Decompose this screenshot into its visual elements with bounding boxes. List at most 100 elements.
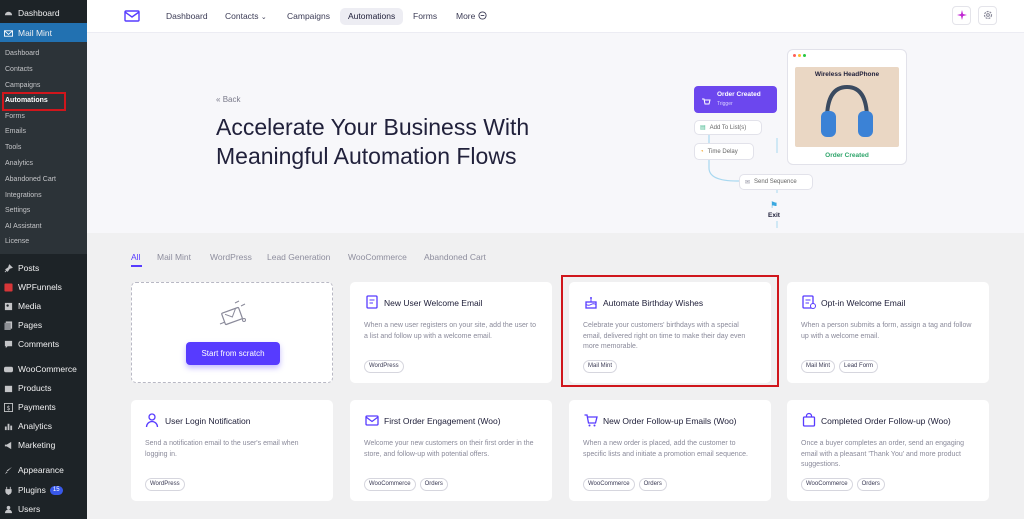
trigger-subtitle: Trigger [717,101,733,107]
card-description: Send a notification email to the user's … [145,440,299,458]
submenu-dashboard[interactable]: Dashboard [5,48,39,60]
filter-mail-mint[interactable]: Mail Mint [157,252,191,262]
nav-campaigns[interactable]: Campaigns [279,8,338,25]
start-from-scratch-card[interactable]: Start from scratch [131,282,333,383]
template-card-user-login[interactable]: User Login Notification Send a notificat… [131,400,333,501]
filter-abandoned-cart[interactable]: Abandoned Cart [424,252,486,262]
submenu-forms[interactable]: Forms [5,111,25,123]
mail-mint-submenu: Dashboard Contacts Campaigns Automations… [0,42,87,254]
sidebar-item-payments[interactable]: $ Payments [0,397,87,417]
birthday-card-highlight-box [561,275,779,387]
filter-all[interactable]: All [131,252,140,262]
submenu-analytics[interactable]: Analytics [5,158,33,170]
card-tag: WooCommerce [364,478,416,491]
sidebar-item-pages[interactable]: Pages [0,315,87,335]
submenu-abandoned-cart[interactable]: Abandoned Cart [5,174,56,186]
submenu-ai-assistant[interactable]: AI Assistant [5,221,42,233]
sidebar-item-label: Payments [18,402,56,412]
bag-icon [801,412,817,428]
sidebar-item-users[interactable]: Users [0,499,87,519]
sidebar-item-label: Posts [18,263,40,273]
sidebar-item-products[interactable]: Products [0,378,87,398]
submenu-tools[interactable]: Tools [5,142,21,154]
card-description: When a person submits a form, assign a t… [801,322,972,340]
mailmint-logo-icon[interactable] [124,9,140,27]
chevron-down-icon: ⌄ [260,14,267,21]
brush-icon [4,466,13,475]
sidebar-item-wpfunnels[interactable]: WPFunnels [0,277,87,297]
sidebar-item-comments[interactable]: Comments [0,334,87,354]
nav-automations[interactable]: Automations [340,8,404,25]
form-icon [801,294,817,310]
back-label: Back [222,95,241,104]
sidebar-item-media[interactable]: Media [0,296,87,316]
nav-more[interactable]: More [448,8,495,25]
gear-icon [983,7,993,25]
template-card-new-user-welcome[interactable]: New User Welcome Email When a new user r… [350,282,552,383]
submenu-contacts[interactable]: Contacts [5,64,33,76]
nav-forms[interactable]: Forms [405,8,445,25]
double-chevron-left-icon: « [216,95,221,104]
filter-lead-generation[interactable]: Lead Generation [267,252,330,262]
template-card-new-order-followup[interactable]: New Order Follow-up Emails (Woo) When a … [569,400,771,501]
sidebar-item-dashboard[interactable]: Dashboard [0,3,87,23]
hero-headline: Accelerate Your Business With Meaningful… [216,114,530,169]
trigger-title: Order Created [717,91,761,98]
filter-woocommerce[interactable]: WooCommerce [348,252,407,262]
sidebar-item-label: Products [18,383,52,393]
submenu-emails[interactable]: Emails [5,126,26,138]
nav-contacts[interactable]: Contacts ⌄ [217,8,275,25]
submenu-campaigns[interactable]: Campaigns [5,80,40,92]
user-login-icon [145,412,161,428]
card-description: Welcome your new customers on their firs… [364,440,534,458]
sidebar-item-woocommerce[interactable]: WooCommerce [0,359,87,379]
submenu-integrations[interactable]: Integrations [5,190,42,202]
box-icon [4,384,13,393]
cart-icon [701,94,711,112]
sidebar-item-plugins[interactable]: Plugins 15 [0,480,87,500]
sidebar-item-mail-mint[interactable]: Mail Mint [0,23,87,43]
window-dots [793,54,806,57]
send-sequence-node: ✉ Send Sequence [739,174,813,190]
card-tag: Lead Form [839,360,879,373]
cart-icon [583,412,599,428]
chart-icon [4,422,13,431]
dashboard-icon [4,9,13,18]
card-tag: WooCommerce [583,478,635,491]
submenu-settings[interactable]: Settings [5,205,30,217]
sidebar-item-label: Dashboard [18,8,60,18]
card-title: Opt-in Welcome Email [821,298,906,308]
automations-highlight-box [2,92,66,111]
woo-icon [4,365,13,374]
filter-active-underline [131,265,142,267]
product-caption: Order Created [825,152,869,159]
user-icon [4,505,13,514]
sidebar-item-posts[interactable]: Posts [0,258,87,278]
back-link[interactable]: « Back [216,95,240,104]
funnel-icon [4,282,13,292]
exit-label: Exit [768,212,780,219]
settings-button[interactable] [978,6,997,25]
template-card-optin-welcome[interactable]: Opt-in Welcome Email When a person submi… [787,282,989,383]
nav-dashboard[interactable]: Dashboard [158,8,216,25]
svg-text:$: $ [6,405,10,412]
sidebar-item-label: Analytics [18,421,53,431]
card-title: User Login Notification [165,416,251,426]
card-tag: Orders [419,478,448,491]
sidebar-item-marketing[interactable]: Marketing [0,435,87,455]
sidebar-item-analytics[interactable]: Analytics [0,416,87,436]
product-name: Wireless HeadPhone [814,71,880,78]
flag-icon: ⚑ [770,200,779,210]
submenu-license[interactable]: License [5,236,29,248]
filter-wordpress[interactable]: WordPress [210,252,252,262]
template-card-completed-order[interactable]: Completed Order Follow-up (Woo) Once a b… [787,400,989,501]
ai-sparkle-button[interactable] [952,6,971,25]
document-icon [364,294,380,310]
card-tag: WordPress [364,360,404,373]
sidebar-item-appearance[interactable]: Appearance [0,460,87,480]
send-sequence-label: Send Sequence [754,179,797,185]
template-card-first-order[interactable]: First Order Engagement (Woo) Welcome you… [350,400,552,501]
add-to-list-node: ▤ Add To List(s) [694,120,762,135]
start-from-scratch-button[interactable]: Start from scratch [186,342,280,365]
list-icon: ▤ [700,125,706,131]
